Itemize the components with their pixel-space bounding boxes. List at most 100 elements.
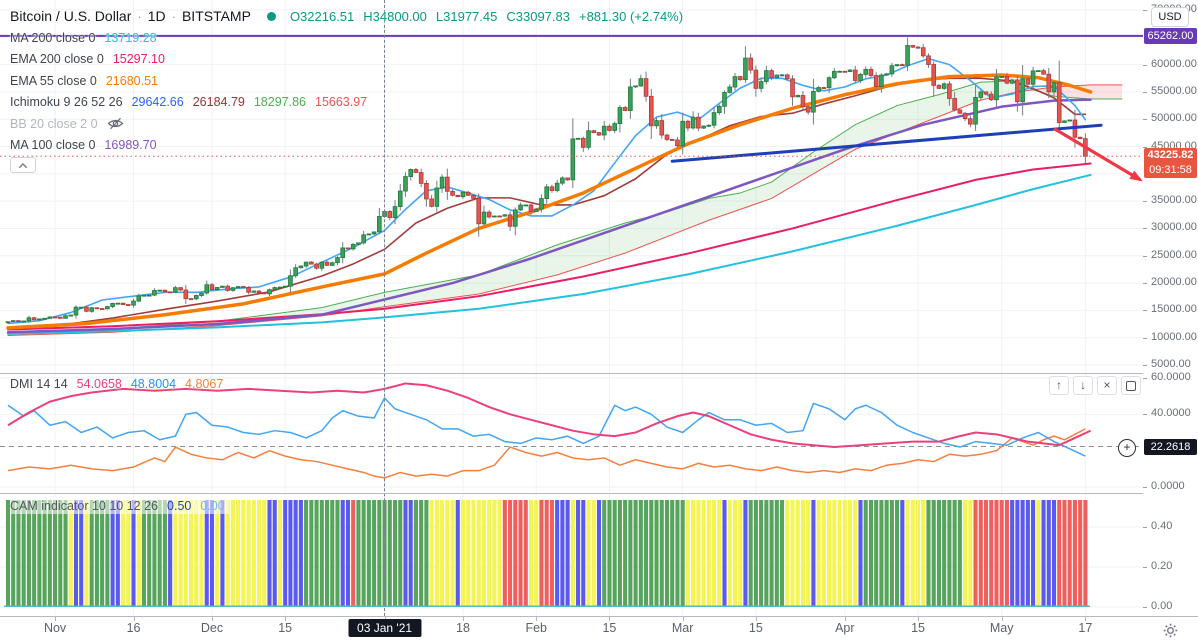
cam-bar xyxy=(126,500,131,607)
legend-row-ichimoku[interactable]: Ichimoku 9 26 52 26 29642.66 26184.79 18… xyxy=(10,92,367,114)
cam-bar xyxy=(1004,500,1009,607)
bar-countdown: 09:31:58 xyxy=(1149,164,1192,176)
price-axis-label: 60.0000 xyxy=(1151,371,1191,383)
price-axis[interactable]: USD 65262.00 43225.82 09:31:58 22.2618 +… xyxy=(1118,0,1198,616)
cam-bar xyxy=(89,500,94,607)
indicator-value: 0.00 xyxy=(200,499,225,513)
pane-move-up-button[interactable]: ↑ xyxy=(1049,376,1069,395)
cam-bar xyxy=(790,500,795,607)
symbol-title[interactable]: Bitcoin / U.S. Dollar xyxy=(10,8,131,24)
cam-bar xyxy=(675,500,680,607)
cam-bar xyxy=(32,500,37,607)
pane-separator[interactable] xyxy=(0,493,1198,494)
indicator-value: 15663.97 xyxy=(315,95,368,110)
cam-bar xyxy=(1010,500,1015,607)
cam-bar xyxy=(936,500,941,607)
settings-gear-button[interactable] xyxy=(1157,620,1183,640)
dmi-legend[interactable]: DMI 14 14 54.0658 48.8004 4.8067 xyxy=(10,377,223,391)
time-axis[interactable]: Nov 16 Dec 15 03 Jan '21 18 Feb 15 Mar 15 Apr 15 May… xyxy=(0,617,1198,642)
cam-bar xyxy=(591,500,596,607)
exchange-label[interactable]: BITSTAMP xyxy=(182,8,251,24)
cam-bar xyxy=(68,500,73,607)
cam-bar xyxy=(131,500,136,607)
legend-row-ema55[interactable]: EMA 55 close 0 21680.51 xyxy=(10,70,367,92)
price-axis-label: 50000.00 xyxy=(1151,112,1197,125)
hline-price-badge: 65262.00 xyxy=(1144,28,1197,44)
high-value: H34800.00 xyxy=(363,8,427,24)
cam-bar xyxy=(722,500,727,607)
cam-bar xyxy=(633,500,638,607)
price-axis-label: 0.20 xyxy=(1151,560,1173,572)
cam-bar xyxy=(921,500,926,607)
chevron-up-icon xyxy=(18,162,28,168)
cam-bar xyxy=(1078,500,1083,607)
axis-tick xyxy=(1143,414,1147,416)
cam-bar xyxy=(304,500,309,607)
indicator-name: MA 100 close 0 xyxy=(10,138,96,153)
cam-bar xyxy=(837,500,842,607)
cam-bar xyxy=(361,500,366,607)
axis-tick xyxy=(1143,283,1147,285)
pane-separator[interactable] xyxy=(0,373,1198,374)
interval-label[interactable]: 1D xyxy=(148,8,166,24)
cam-bar xyxy=(738,500,743,607)
legend-collapse-button[interactable] xyxy=(10,157,36,173)
cam-bar xyxy=(727,500,732,607)
cam-bar xyxy=(905,500,910,607)
indicator-name: Ichimoku 9 26 52 26 xyxy=(10,95,123,110)
cam-bar xyxy=(288,500,293,607)
time-axis-label: Feb xyxy=(525,621,547,635)
cam-bar xyxy=(623,500,628,607)
cam-bar xyxy=(309,500,314,607)
pane-close-button[interactable]: × xyxy=(1097,376,1117,395)
legend-row-ma200[interactable]: MA 200 close 0 13719.28 xyxy=(10,27,367,49)
cam-bar xyxy=(372,500,377,607)
cam-bar xyxy=(241,500,246,607)
cam-bar xyxy=(1020,500,1025,607)
cam-bar xyxy=(455,500,460,607)
crosshair-vline xyxy=(384,0,385,616)
cam-bar xyxy=(748,500,753,607)
time-axis-label: May xyxy=(989,621,1014,635)
plus-di-line xyxy=(7,397,1086,457)
cam-bar xyxy=(42,500,47,607)
cam-legend[interactable]: CAM indicator 10 10 12 26 0.50 0.00 xyxy=(10,498,229,514)
add-alert-plus-icon[interactable]: + xyxy=(1118,439,1136,457)
price-axis-label: 55000.00 xyxy=(1151,84,1197,97)
cam-bar xyxy=(565,500,570,607)
legend-row-ema200[interactable]: EMA 200 close 0 15297.10 xyxy=(10,49,367,71)
cam-bar xyxy=(942,500,947,607)
cam-bar xyxy=(251,500,256,607)
price-axis-label: 25000.00 xyxy=(1151,248,1197,261)
cam-bar xyxy=(706,500,711,607)
cam-bar xyxy=(539,500,544,607)
cam-bar xyxy=(931,500,936,607)
axis-tick xyxy=(1143,201,1147,203)
cam-bar xyxy=(403,500,408,607)
cam-bar xyxy=(895,500,900,607)
cam-bar xyxy=(277,500,283,607)
dmi-pane-controls: ↑ ↓ × xyxy=(1049,376,1141,395)
legend-row-bb[interactable]: BB 20 close 2 0 xyxy=(10,113,367,135)
legend-row-ma100[interactable]: MA 100 close 0 16989.70 xyxy=(10,135,367,157)
indicator-name: BB 20 close 2 0 xyxy=(10,116,98,131)
eye-off-icon[interactable] xyxy=(107,117,124,130)
cam-bar xyxy=(628,500,633,607)
axis-tick xyxy=(1143,487,1147,488)
pane-move-down-button[interactable]: ↓ xyxy=(1073,376,1093,395)
cam-bar xyxy=(800,500,806,607)
pane-maximize-button[interactable] xyxy=(1121,376,1141,395)
cam-bar xyxy=(732,500,738,607)
cam-bar xyxy=(544,500,549,607)
market-status-icon xyxy=(266,11,276,21)
cam-bar xyxy=(832,500,837,607)
currency-toggle-button[interactable]: USD xyxy=(1151,7,1189,27)
indicator-name: EMA 200 close 0 xyxy=(10,52,104,67)
cam-bar xyxy=(434,500,439,607)
maximize-icon xyxy=(1126,380,1136,391)
cam-bar xyxy=(743,500,748,607)
time-axis-label: 15 xyxy=(748,621,763,635)
indicator-value: 4.8067 xyxy=(185,377,224,391)
indicator-value: 16989.70 xyxy=(104,138,157,153)
price-axis-label: 30000.00 xyxy=(1151,221,1197,234)
